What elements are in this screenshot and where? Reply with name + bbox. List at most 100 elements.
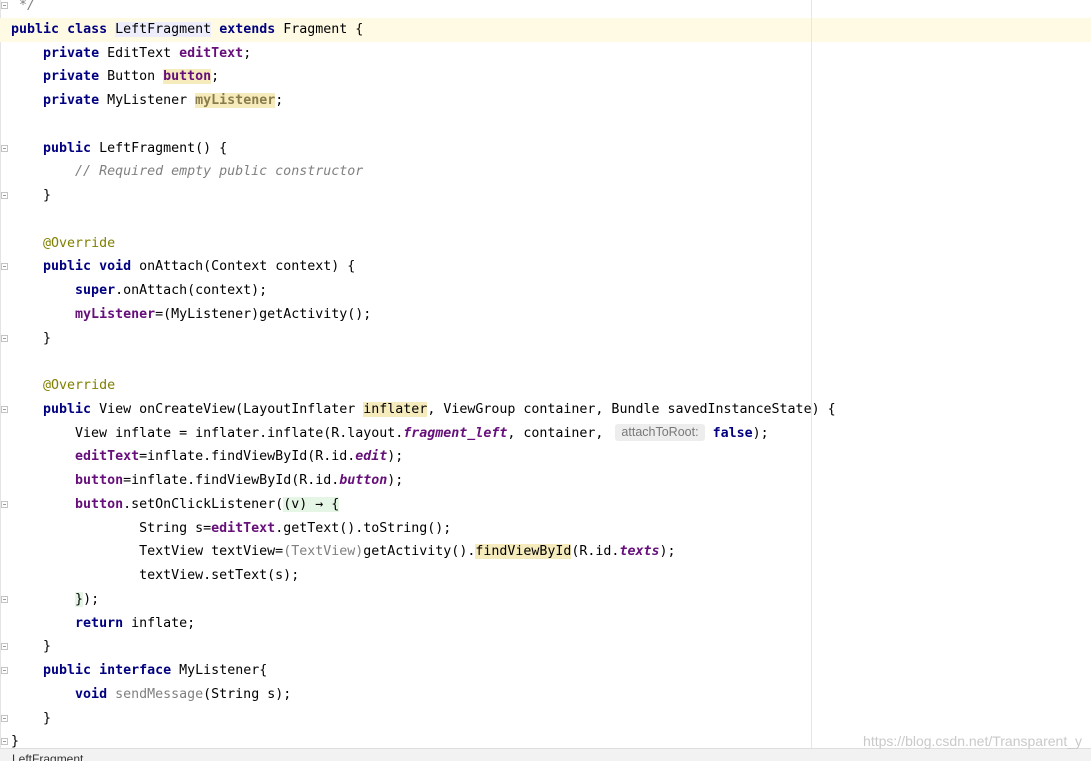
code-line[interactable]: }); [0, 588, 1091, 612]
fold-marker-icon[interactable] [1, 643, 8, 651]
code-line[interactable]: } [0, 707, 1091, 731]
code-token-static-field: edit [355, 449, 388, 465]
fold-marker-icon[interactable] [1, 500, 8, 508]
code-token-keyword: class [67, 21, 108, 37]
code-line[interactable]: @Override [0, 374, 1091, 398]
code-token-text: LeftFragment() { [91, 140, 228, 156]
code-line[interactable]: textView.setText(s); [0, 564, 1091, 588]
code-line[interactable]: } [0, 184, 1091, 208]
code-token-field: button [75, 473, 124, 488]
code-line[interactable]: void sendMessage(String s); [0, 683, 1091, 707]
fold-marker-icon[interactable] [1, 334, 8, 342]
code-line[interactable]: editText=inflate.findViewById(R.id.edit)… [0, 445, 1091, 469]
code-line[interactable]: super.onAttach(context); [0, 279, 1091, 303]
code-token-text: (v) → { [283, 496, 340, 512]
code-token-unused-field: myListener [195, 93, 276, 108]
code-token-keyword: interface [99, 663, 172, 678]
code-line-current[interactable]: public class LeftFragment extends Fragme… [0, 17, 1091, 42]
fold-marker-icon[interactable] [1, 667, 8, 674]
code-line[interactable]: public View onCreateView(LayoutInflater … [0, 398, 1091, 422]
code-line[interactable]: @Override [0, 232, 1091, 256]
fold-marker-icon[interactable] [1, 192, 8, 199]
code-line[interactable]: TextView textView=(TextView)getActivity(… [0, 540, 1091, 564]
code-line[interactable] [0, 113, 1091, 137]
code-token-text: =inflate.findViewById(R.id. [139, 449, 356, 465]
code-line[interactable]: button.setOnClickListener((v) → { [0, 493, 1091, 517]
code-token-text: , container, [507, 425, 612, 441]
code-token-keyword: super [75, 283, 116, 298]
right-margin-guide [811, 0, 812, 748]
fold-marker-icon[interactable] [1, 144, 8, 152]
code-token-text: .setOnClickListener( [123, 496, 284, 512]
code-line[interactable]: } [0, 635, 1091, 659]
code-token-field: button [75, 496, 124, 512]
fold-marker-icon[interactable] [1, 595, 8, 603]
code-token-unused-symbol: sendMessage [115, 686, 204, 702]
code-line[interactable]: */ [0, 0, 1091, 18]
code-token-text: findViewById [475, 544, 572, 560]
code-token-text: ; [243, 45, 252, 61]
code-line[interactable]: private Button button; [0, 65, 1091, 89]
code-line[interactable]: public interface MyListener{ [0, 659, 1091, 683]
code-token-text: View onCreateView(LayoutInflater [91, 401, 364, 417]
code-line[interactable]: // Required empty public constructor [0, 160, 1091, 184]
code-line[interactable]: public void onAttach(Context context) { [0, 255, 1091, 279]
code-line[interactable]: } [0, 327, 1091, 351]
code-line[interactable]: String s=editText.getText().toString(); [0, 517, 1091, 541]
code-line[interactable]: private MyListener myListener; [0, 89, 1091, 113]
fold-marker-icon[interactable] [1, 738, 8, 746]
code-lines[interactable]: */ public class LeftFragment extends Frag… [0, 0, 1091, 748]
code-token-text: ); [387, 449, 404, 465]
code-token-text: View inflate = inflater.inflate(R.layout… [11, 425, 404, 441]
code-token-text: Button [99, 69, 164, 85]
code-line[interactable]: View inflate = inflater.inflate(R.layout… [0, 422, 1091, 446]
code-token-keyword: private [43, 93, 100, 108]
code-token-text: EditText [99, 45, 180, 61]
code-token-static-field: texts [619, 544, 660, 560]
fold-marker-icon[interactable] [1, 714, 8, 722]
code-token-keyword: public [43, 401, 92, 417]
code-token-text: Fragment { [275, 21, 364, 37]
code-token-text: TextView textView= [11, 544, 284, 560]
code-line[interactable]: button=inflate.findViewById(R.id.button)… [0, 469, 1091, 493]
code-token-text: MyListener [99, 93, 196, 108]
code-token-comment: // Required empty public constructor [75, 164, 364, 180]
code-line[interactable]: private EditText editText; [0, 42, 1091, 66]
fold-marker-icon[interactable] [1, 405, 8, 413]
code-line[interactable]: myListener=(MyListener)getActivity(); [0, 303, 1091, 327]
code-line[interactable] [0, 208, 1091, 232]
code-token-text: } [11, 734, 20, 748]
code-line[interactable]: public LeftFragment() { [0, 137, 1091, 161]
code-line[interactable]: return inflate; [0, 612, 1091, 636]
code-token-keyword: public [43, 259, 92, 275]
code-token-field: myListener [75, 306, 156, 322]
code-token-keyword: private [43, 69, 100, 85]
breadcrumb-item[interactable]: LeftFragment [12, 752, 83, 761]
code-token-text: , ViewGroup container, Bundle savedInsta… [427, 401, 836, 417]
fold-marker-icon[interactable] [1, 263, 8, 271]
code-token-text: } [11, 710, 52, 726]
code-line[interactable] [0, 350, 1091, 374]
code-token-text: ); [387, 473, 404, 488]
code-token-text: String s= [11, 520, 212, 536]
code-token-unused-symbol: (TextView) [283, 544, 364, 560]
code-token-static-field: fragment_left [403, 425, 508, 441]
fold-marker-icon[interactable] [1, 2, 8, 9]
code-editor[interactable]: */ public class LeftFragment extends Frag… [0, 0, 1091, 748]
code-token-text: } [11, 188, 52, 203]
code-token-field: editText [211, 520, 276, 536]
